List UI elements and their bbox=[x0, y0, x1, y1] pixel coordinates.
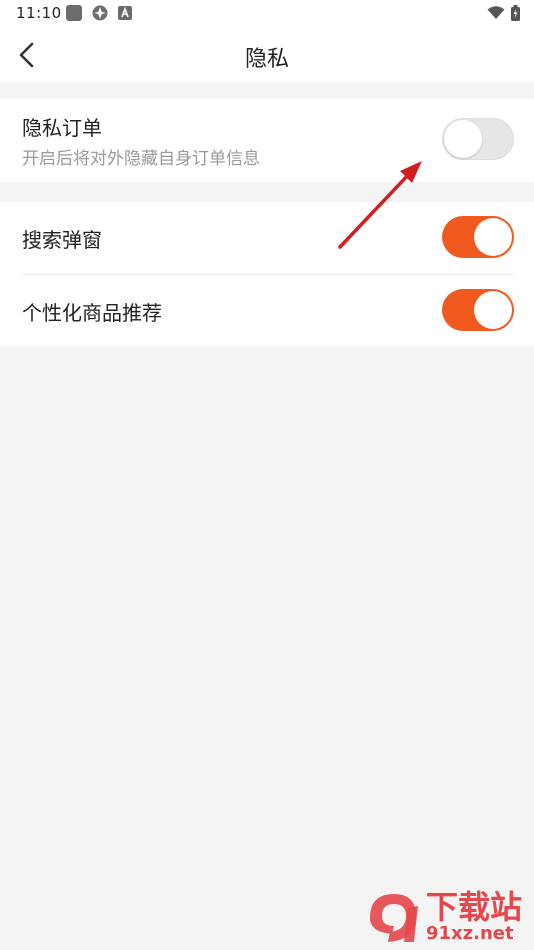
page-title: 隐私 bbox=[244, 47, 289, 72]
settings-group-privacy: 隐私订单 开启后将对外隐藏自身订单信息 bbox=[0, 99, 534, 182]
toggle-knob bbox=[444, 120, 482, 158]
settings-group-preferences: 搜索弹窗 个性化商品推荐 bbox=[0, 202, 534, 346]
wifi-icon bbox=[487, 6, 505, 19]
battery-icon bbox=[511, 5, 520, 21]
watermark-logo-icon bbox=[370, 894, 418, 942]
setting-row-personalized-recommend: 个性化商品推荐 bbox=[22, 274, 514, 347]
watermark-text: 下载站 91xz.net bbox=[426, 890, 522, 944]
watermark-cn: 下载站 bbox=[426, 888, 523, 926]
private-order-toggle[interactable] bbox=[442, 118, 514, 160]
setting-row-private-order: 隐私订单 开启后将对外隐藏自身订单信息 bbox=[22, 99, 514, 182]
private-order-description: 开启后将对外隐藏自身订单信息 bbox=[22, 149, 260, 169]
toggle-knob bbox=[474, 291, 512, 329]
app-icon bbox=[92, 5, 108, 21]
search-popup-toggle[interactable] bbox=[442, 216, 514, 258]
search-popup-label: 搜索弹窗 bbox=[22, 228, 102, 252]
watermark: 下载站 91xz.net bbox=[364, 888, 522, 946]
toggle-knob bbox=[474, 218, 512, 256]
top-bar: 隐私 bbox=[0, 28, 534, 82]
notification-icon bbox=[66, 5, 82, 21]
status-time: 11:10 bbox=[16, 4, 62, 22]
status-notifications bbox=[66, 5, 132, 21]
status-bar: 11:10 bbox=[0, 0, 534, 28]
status-system-icons bbox=[487, 5, 520, 21]
personalized-recommend-toggle[interactable] bbox=[442, 289, 514, 331]
watermark-url: 91xz.net bbox=[426, 923, 514, 944]
setting-row-search-popup: 搜索弹窗 bbox=[22, 202, 514, 274]
a-icon bbox=[118, 6, 132, 20]
personalized-recommend-label: 个性化商品推荐 bbox=[22, 301, 162, 325]
private-order-label: 隐私订单 bbox=[22, 116, 102, 140]
